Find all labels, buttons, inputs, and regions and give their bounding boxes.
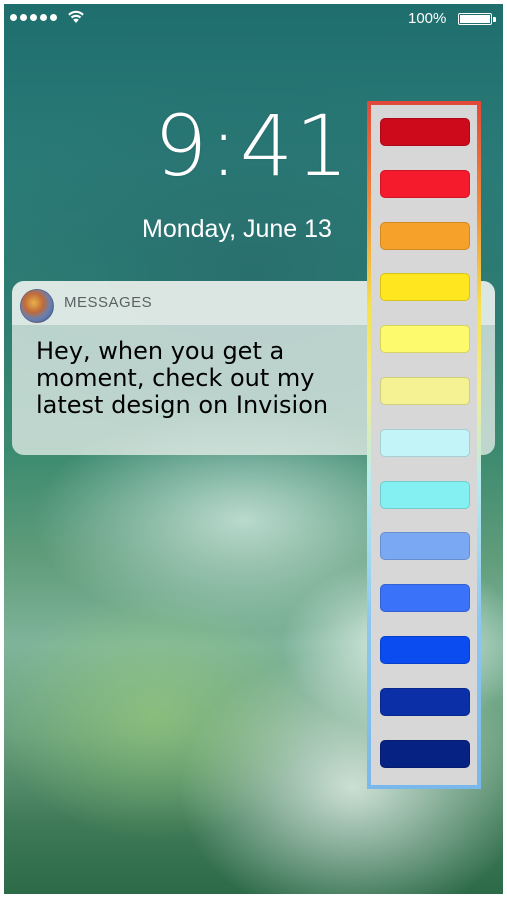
battery-tip [493, 17, 496, 22]
notification-app-name: MESSAGES [64, 294, 153, 311]
battery-percentage: 100% [408, 10, 447, 27]
battery-icon [458, 13, 492, 25]
color-swatch-dark-red[interactable] [380, 118, 470, 146]
lockscreen-date: Monday, June 13 [142, 215, 332, 243]
notification-message: Hey, when you get a moment, check out my… [36, 337, 329, 419]
color-swatch-bright-blue[interactable] [380, 636, 470, 664]
color-swatch-cyan[interactable] [380, 481, 470, 509]
status-bar: 100% [4, 4, 503, 36]
color-palette [367, 101, 481, 789]
color-swatch-dark-blue[interactable] [380, 688, 470, 716]
color-swatch-light-yellow[interactable] [380, 325, 470, 353]
cellular-signal-icon [10, 14, 57, 21]
color-swatch-blue[interactable] [380, 584, 470, 612]
lockscreen-time: 9:41 [154, 97, 351, 195]
color-swatch-navy[interactable] [380, 740, 470, 768]
messages-app-icon [20, 289, 54, 323]
color-swatch-pale-yellow[interactable] [380, 377, 470, 405]
color-swatch-yellow[interactable] [380, 273, 470, 301]
color-swatch-red[interactable] [380, 170, 470, 198]
color-swatch-pale-cyan[interactable] [380, 429, 470, 457]
wifi-icon [68, 10, 84, 23]
lockscreen: 100% 9:41 Monday, June 13 MESSAGES Hey, … [4, 4, 503, 894]
color-swatch-light-blue[interactable] [380, 532, 470, 560]
color-swatch-orange[interactable] [380, 222, 470, 250]
